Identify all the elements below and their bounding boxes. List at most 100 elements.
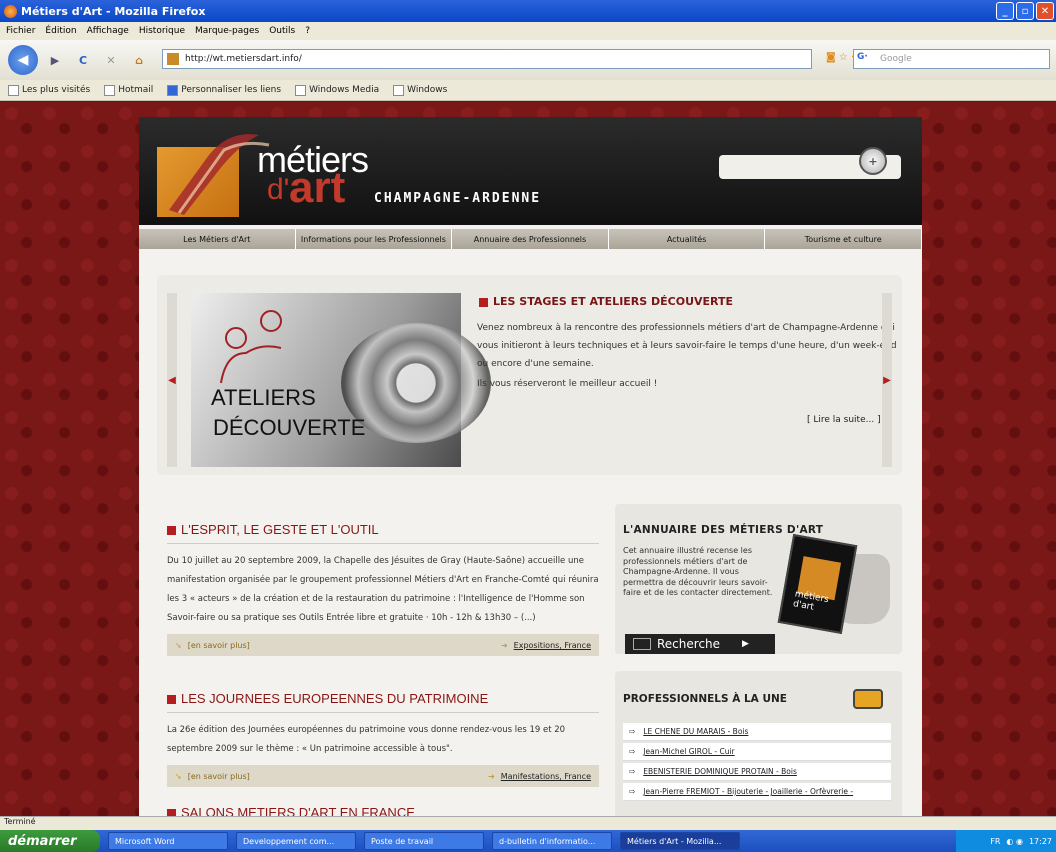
main-nav: Les Métiers d'Art Informations pour les … (139, 229, 922, 249)
rss-star-icon[interactable]: ◙ ☆ · (826, 52, 854, 63)
annuaire-box: L'ANNUAIRE DES MÉTIERS D'ART Cet annuair… (615, 504, 902, 654)
start-label: démarrer (8, 833, 77, 849)
slider-text: Venez nombreux à la rencontre des profes… (477, 323, 897, 369)
logo-text-d: d' (267, 173, 290, 206)
minimize-button[interactable]: _ (996, 2, 1014, 20)
tags-text: Expositions, France (513, 640, 591, 650)
site-container: métiers d' art CHAMPAGNE-ARDENNE + Les M… (139, 117, 922, 816)
page-content: métiers d' art CHAMPAGNE-ARDENNE + Les M… (0, 102, 1056, 816)
bookmark-item[interactable]: Les plus visités (8, 84, 90, 96)
page-icon (104, 84, 116, 96)
article-title[interactable]: LES JOURNEES EUROPEENNES DU PATRIMOINE (167, 691, 599, 713)
taskbar-item[interactable]: Poste de travail (364, 832, 484, 850)
recherche-label: Recherche (657, 637, 721, 651)
tray-icons: ◐ ◉ (1006, 836, 1023, 846)
taskbar-item[interactable]: Microsoft Word (108, 832, 228, 850)
bookmark-item[interactable]: Windows Media (295, 84, 380, 96)
bookmark-item[interactable]: Windows (393, 84, 448, 96)
article-tags[interactable]: ➜ Expositions, France (501, 641, 591, 650)
pro-list-item[interactable]: ⇨ EBENISTERIE DOMINIQUE PROTAIN - Bois (623, 763, 891, 781)
language-indicator[interactable]: FR (990, 837, 1000, 846)
slider-next-button[interactable]: ▶ (882, 293, 892, 467)
tags-text: Manifestations, France (500, 771, 591, 781)
book-label: métiers d'art (792, 589, 830, 613)
google-icon: G· (857, 52, 868, 62)
pro-list-item[interactable]: ⇨ Jean-Pierre FREMIOT - Bijouterie - Joai… (623, 783, 891, 801)
read-more-link[interactable]: ➘ [en savoir plus] (175, 772, 250, 781)
pro-list-item[interactable]: ⇨ Jean-Michel GIROL - Cuir (623, 743, 891, 761)
menu-historique[interactable]: Historique (139, 26, 185, 36)
forward-button[interactable]: ▶ (44, 49, 66, 71)
recherche-button[interactable]: Recherche ▶ (625, 634, 775, 654)
pros-title: PROFESSIONNELS À LA UNE (623, 693, 787, 705)
search-icon[interactable]: + (859, 147, 887, 175)
maximize-button[interactable]: ▫ (1016, 2, 1034, 20)
start-button[interactable]: démarrer (0, 830, 100, 852)
stop-button[interactable]: ✕ (100, 49, 122, 71)
menu-affichage[interactable]: Affichage (87, 26, 129, 36)
home-icon[interactable]: ⌂ (128, 49, 150, 71)
title-bar: Métiers d'Art - Mozilla Firefox _ ▫ ✕ (0, 0, 1056, 22)
pro-name: EBENISTERIE DOMINIQUE PROTAIN - Bois (643, 767, 797, 776)
url-bar[interactable]: http://wt.metiersdart.info/ (162, 49, 812, 69)
nav-tourisme[interactable]: Tourisme et culture (765, 229, 922, 249)
article: L'ESPRIT, LE GESTE ET L'OUTIL Du 10 juil… (167, 522, 599, 656)
nav-annuaire[interactable]: Annuaire des Professionnels (452, 229, 609, 249)
back-button[interactable]: ◀ (8, 45, 38, 75)
slider-read-more-link[interactable]: [ Lire la suite... ] (807, 415, 881, 425)
browser-window: Métiers d'Art - Mozilla Firefox _ ▫ ✕ Fi… (0, 0, 1056, 852)
bullet-icon (479, 297, 488, 307)
slider-body: Venez nombreux à la rencontre des profes… (477, 319, 897, 393)
page-icon (167, 84, 179, 96)
slider-title[interactable]: LES STAGES ET ATELIERS DÉCOUVERTE (479, 295, 733, 308)
page-icon (393, 84, 405, 96)
menu-outils[interactable]: Outils (269, 26, 295, 36)
arrow-icon: ⇨ (629, 727, 636, 736)
logo-text-art: art (289, 163, 346, 212)
system-tray: FR ◐ ◉ 17:27 (956, 830, 1056, 852)
article-title-text: SALONS METIERS D'ART EN FRANCE (181, 805, 415, 816)
taskbar-item[interactable]: Developpement com... (236, 832, 356, 850)
article-tags[interactable]: ➜ Manifestations, France (488, 772, 591, 781)
nav-actualites[interactable]: Actualités (608, 229, 766, 249)
menu-marque-pages[interactable]: Marque-pages (195, 26, 259, 36)
bookmark-label: Windows (407, 85, 448, 95)
read-more-link[interactable]: ➘ [en savoir plus] (175, 641, 250, 650)
menu-bar: Fichier Édition Affichage Historique Mar… (0, 22, 1056, 40)
reload-button[interactable]: C (72, 49, 94, 71)
article-title-text: LES JOURNEES EUROPEENNES DU PATRIMOINE (181, 691, 489, 706)
chevron-right-icon: ▶ (742, 639, 749, 649)
slider-text-2: Ils vous réserveront le meilleur accueil… (477, 379, 658, 389)
bookmark-label: Windows Media (309, 85, 380, 95)
bookmark-item[interactable]: Personnaliser les liens (167, 84, 281, 96)
clock: 17:27 (1028, 836, 1052, 846)
article-footer: ➘ [en savoir plus] ➜ Manifestations, Franc… (167, 765, 599, 787)
bullet-icon (167, 695, 176, 705)
taskbar-item[interactable]: d-bulletin d'informatio... (492, 832, 612, 850)
menu-fichier[interactable]: Fichier (6, 26, 35, 36)
pointer-icon: ➘ (175, 640, 182, 650)
read-more-text: [en savoir plus] (187, 640, 250, 650)
nav-informations[interactable]: Informations pour les Professionnels (295, 229, 453, 249)
menu-edition[interactable]: Édition (45, 26, 76, 36)
close-button[interactable]: ✕ (1036, 2, 1054, 20)
pro-name: Jean-Michel GIROL - Cuir (643, 747, 735, 756)
pro-list-item[interactable]: ⇨ LE CHENE DU MARAIS - Bois (623, 723, 891, 741)
slider-image: ATELIERS DÉCOUVERTE (191, 293, 491, 467)
url-text: http://wt.metiersdart.info/ (185, 54, 302, 64)
slider-image-line1: ATELIERS (211, 385, 316, 410)
bookmark-icon (8, 84, 19, 96)
article-title[interactable]: SALONS METIERS D'ART EN FRANCE (167, 805, 599, 816)
article-title[interactable]: L'ESPRIT, LE GESTE ET L'OUTIL (167, 522, 599, 544)
web-search-input[interactable]: G· Google (853, 49, 1050, 69)
nav-metiers[interactable]: Les Métiers d'Art (139, 229, 296, 249)
article-title-text: L'ESPRIT, LE GESTE ET L'OUTIL (181, 522, 379, 537)
menu-help[interactable]: ? (305, 26, 310, 36)
article: LES JOURNEES EUROPEENNES DU PATRIMOINE L… (167, 691, 599, 787)
taskbar-item-active[interactable]: Métiers d'Art - Mozilla... (620, 832, 740, 850)
article-text: Du 10 juillet au 20 septembre 2009, la C… (167, 556, 599, 623)
slider-prev-button[interactable]: ◀ (167, 293, 177, 467)
figures-drawing-icon (220, 310, 282, 384)
bookmark-item[interactable]: Hotmail (104, 84, 153, 96)
site-header: métiers d' art CHAMPAGNE-ARDENNE + (139, 117, 922, 225)
